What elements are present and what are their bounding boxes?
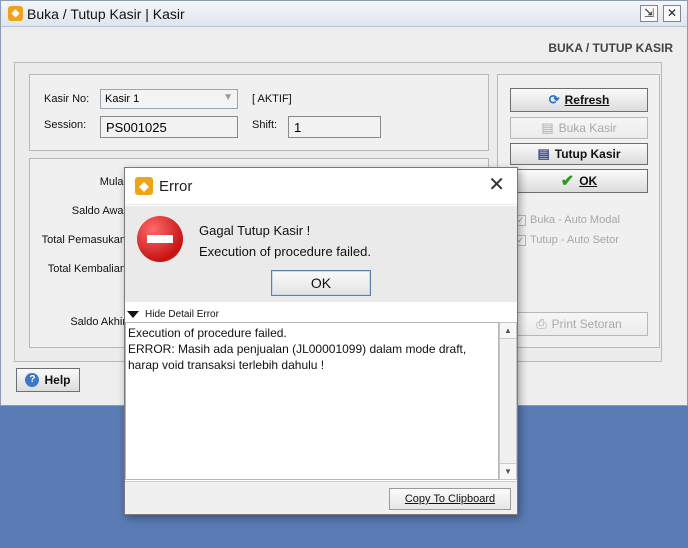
printer-icon: ⎙ bbox=[536, 316, 547, 331]
hide-detail-toggle[interactable]: Hide Detail Error bbox=[127, 309, 219, 320]
shift-label: Shift: bbox=[252, 119, 278, 131]
kasir-no-label: Kasir No: bbox=[44, 93, 90, 105]
kasir-no-select[interactable]: Kasir 1 ▼ bbox=[100, 89, 238, 109]
refresh-icon: ⟳ bbox=[548, 92, 560, 107]
error-detail-textarea[interactable]: Execution of procedure failed. ERROR: Ma… bbox=[125, 322, 499, 480]
total-pemasukan-label: Total Pemasukan bbox=[41, 234, 126, 246]
error-dialog: ◆ Error ✕ Gagal Tutup Kasir ! Execution … bbox=[124, 167, 518, 515]
tutup-auto-setor-checkbox[interactable]: ✓ Tutup - Auto Setor bbox=[515, 234, 619, 246]
triangle-down-icon bbox=[127, 311, 139, 318]
total-kembalian-label: Total Kembalian bbox=[47, 263, 126, 275]
buka-auto-modal-label: Buka - Auto Modal bbox=[530, 214, 620, 226]
dialog-title: Error bbox=[159, 178, 193, 195]
error-stop-bar bbox=[147, 235, 173, 243]
saldo-akhir-label: Saldo Akhir bbox=[70, 316, 126, 328]
kasir-no-value: Kasir 1 bbox=[105, 93, 140, 105]
copy-to-clipboard-button[interactable]: Copy To Clipboard bbox=[389, 488, 511, 510]
restore-icon[interactable]: ⇲ bbox=[640, 5, 658, 22]
close-icon[interactable]: ✕ bbox=[488, 174, 505, 196]
dialog-footer: Copy To Clipboard bbox=[125, 481, 517, 514]
refresh-label: Refresh bbox=[564, 93, 610, 107]
error-message-title: Gagal Tutup Kasir ! bbox=[199, 223, 311, 238]
chevron-down-icon: ▼ bbox=[223, 92, 233, 103]
register-icon: ▤ bbox=[537, 146, 550, 161]
help-icon: ? bbox=[25, 373, 40, 387]
ok-label: OK bbox=[579, 174, 598, 188]
help-label: Help bbox=[44, 373, 71, 387]
help-button[interactable]: ? Help bbox=[16, 368, 80, 392]
refresh-button[interactable]: ⟳ Refresh bbox=[510, 88, 648, 112]
scroll-down-icon[interactable]: ▼ bbox=[500, 463, 516, 479]
tutup-auto-setor-label: Tutup - Auto Setor bbox=[530, 234, 619, 246]
app-logo-icon: ◆ bbox=[135, 177, 153, 195]
print-setoran-button[interactable]: ⎙ Print Setoran bbox=[510, 312, 648, 336]
session-label: Session: bbox=[44, 119, 87, 131]
page-title: BUKA / TUTUP KASIR bbox=[548, 41, 673, 55]
tutup-kasir-button[interactable]: ▤ Tutup Kasir bbox=[510, 143, 648, 165]
detail-line: Execution of procedure failed. bbox=[128, 326, 287, 340]
buka-auto-modal-checkbox[interactable]: ✓ Buka - Auto Modal bbox=[515, 214, 620, 226]
window-titlebar: ◆ Buka / Tutup Kasir | Kasir ⇲ ✕ bbox=[1, 1, 687, 27]
dialog-message-area: Gagal Tutup Kasir ! Execution of procedu… bbox=[125, 206, 517, 302]
error-message-body: Execution of procedure failed. bbox=[199, 244, 371, 259]
saldo-awal-label: Saldo Awal bbox=[71, 205, 126, 217]
app-logo-icon: ◆ bbox=[8, 6, 23, 21]
mulai-label: Mulai bbox=[99, 176, 126, 188]
close-window-icon[interactable]: ✕ bbox=[663, 5, 681, 22]
detail-line: ERROR: Masih ada penjualan (JL00001099) … bbox=[128, 342, 467, 356]
kasir-info-panel: Kasir No: Kasir 1 ▼ [ AKTIF] Session: PS… bbox=[29, 74, 489, 151]
tutup-kasir-label: Tutup Kasir bbox=[554, 147, 621, 161]
window-title: Buka / Tutup Kasir | Kasir bbox=[27, 6, 185, 22]
hide-detail-label: Hide Detail Error bbox=[145, 309, 219, 320]
buka-kasir-button[interactable]: ▤ Buka Kasir bbox=[510, 117, 648, 139]
error-stop-icon bbox=[137, 216, 183, 262]
buka-kasir-label: Buka Kasir bbox=[558, 121, 617, 135]
kasir-status: [ AKTIF] bbox=[252, 93, 292, 105]
vertical-scrollbar[interactable]: ▲ ▼ bbox=[499, 322, 517, 480]
checkmark-icon: ✔ bbox=[560, 173, 575, 190]
session-field[interactable]: PS001025 bbox=[100, 116, 238, 138]
detail-line: harap void transaksi terlebih dahulu ! bbox=[128, 358, 325, 372]
dialog-ok-button[interactable]: OK bbox=[271, 270, 371, 296]
copy-to-clipboard-label: Copy To Clipboard bbox=[404, 493, 496, 505]
actions-panel bbox=[497, 74, 660, 348]
ok-button[interactable]: ✔ OK bbox=[510, 169, 648, 193]
shift-field[interactable]: 1 bbox=[288, 116, 381, 138]
register-icon: ▤ bbox=[541, 120, 554, 135]
scroll-up-icon[interactable]: ▲ bbox=[500, 323, 516, 339]
print-setoran-label: Print Setoran bbox=[551, 317, 622, 331]
dialog-titlebar: ◆ Error ✕ bbox=[125, 168, 517, 205]
